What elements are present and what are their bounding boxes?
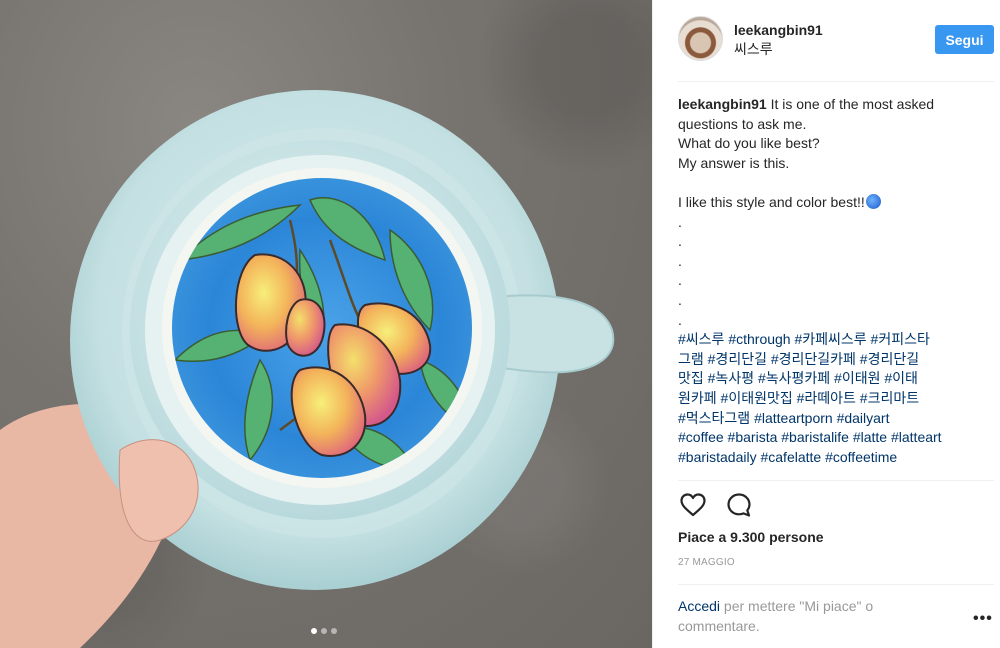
comment-icon	[727, 493, 751, 517]
hashtag-line[interactable]: 원카페 #이태원맛집 #라떼아트 #크리마트	[678, 389, 978, 409]
login-link[interactable]: Accedi	[678, 598, 720, 614]
heart-icon	[680, 493, 706, 517]
more-options-button[interactable]: •••	[973, 610, 993, 628]
action-bar	[678, 490, 754, 520]
carousel-dot-3[interactable]	[331, 628, 337, 634]
caption-line: My answer is this.	[678, 154, 790, 171]
caption-line	[678, 173, 978, 193]
caption-line: What do you like best?	[678, 135, 820, 152]
caption-line: questions to ask me.	[678, 115, 807, 132]
hashtag-line[interactable]: #씨스루 #cthrough #카페씨스루 #커피스타	[678, 330, 978, 350]
caption-dot: .	[678, 233, 682, 250]
hashtag-line[interactable]: #coffee #barista #baristalife #latte #la…	[678, 428, 978, 448]
post-date: 27 maggio	[678, 557, 735, 568]
follow-button[interactable]: Segui	[935, 25, 994, 54]
like-button[interactable]	[678, 490, 708, 520]
hashtag-line[interactable]: #먹스타그램 #latteartporn #dailyart	[678, 409, 978, 429]
username[interactable]: leekangbin91	[734, 22, 823, 38]
caption-dot: .	[678, 272, 682, 289]
carousel-dot-1[interactable]	[311, 628, 317, 634]
likes-count[interactable]: Piace a 9.300 persone	[678, 529, 824, 545]
post-details-panel: leekangbin91 씨스루 Segui leekangbin91 It i…	[652, 0, 1000, 648]
caption-dot: .	[678, 252, 682, 269]
divider	[678, 480, 994, 481]
hashtag-line[interactable]: 그램 #경리단길 #경리단길카페 #경리단길	[678, 350, 978, 370]
post-header: leekangbin91 씨스루 Segui	[678, 16, 994, 82]
carousel-indicator	[311, 628, 337, 634]
hashtag-line[interactable]: 맛집 #녹사평 #녹사평카페 #이태원 #이태	[678, 369, 978, 389]
gem-icon	[865, 193, 881, 209]
post-caption: leekangbin91 It is one of the most asked…	[678, 95, 978, 479]
location-link[interactable]: 씨스루	[734, 39, 773, 59]
hashtag-line[interactable]: #baristadaily #cafelatte #coffeetime	[678, 448, 978, 468]
caption-dot: .	[678, 291, 682, 308]
caption-username[interactable]: leekangbin91	[678, 96, 767, 112]
caption-dot: .	[678, 311, 682, 328]
caption-dot: .	[678, 213, 682, 230]
avatar[interactable]	[678, 16, 723, 61]
login-prompt: Accedi per mettere "Mi piace" o commenta…	[678, 596, 918, 636]
caption-line: I like this style and color best!!	[678, 193, 865, 210]
carousel-dot-2[interactable]	[321, 628, 327, 634]
caption-line: It is one of the most asked	[770, 96, 935, 112]
comment-button[interactable]	[724, 490, 754, 520]
post-image[interactable]	[0, 0, 652, 648]
divider	[678, 584, 994, 585]
latte-art-photo	[0, 90, 615, 648]
